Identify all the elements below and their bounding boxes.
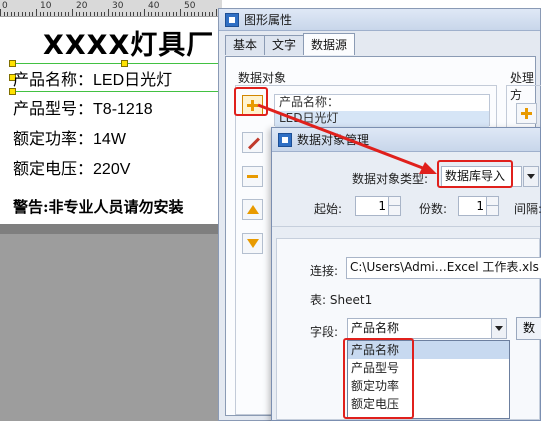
arrow-line [257, 103, 429, 172]
annotation-arrow [257, 103, 437, 174]
